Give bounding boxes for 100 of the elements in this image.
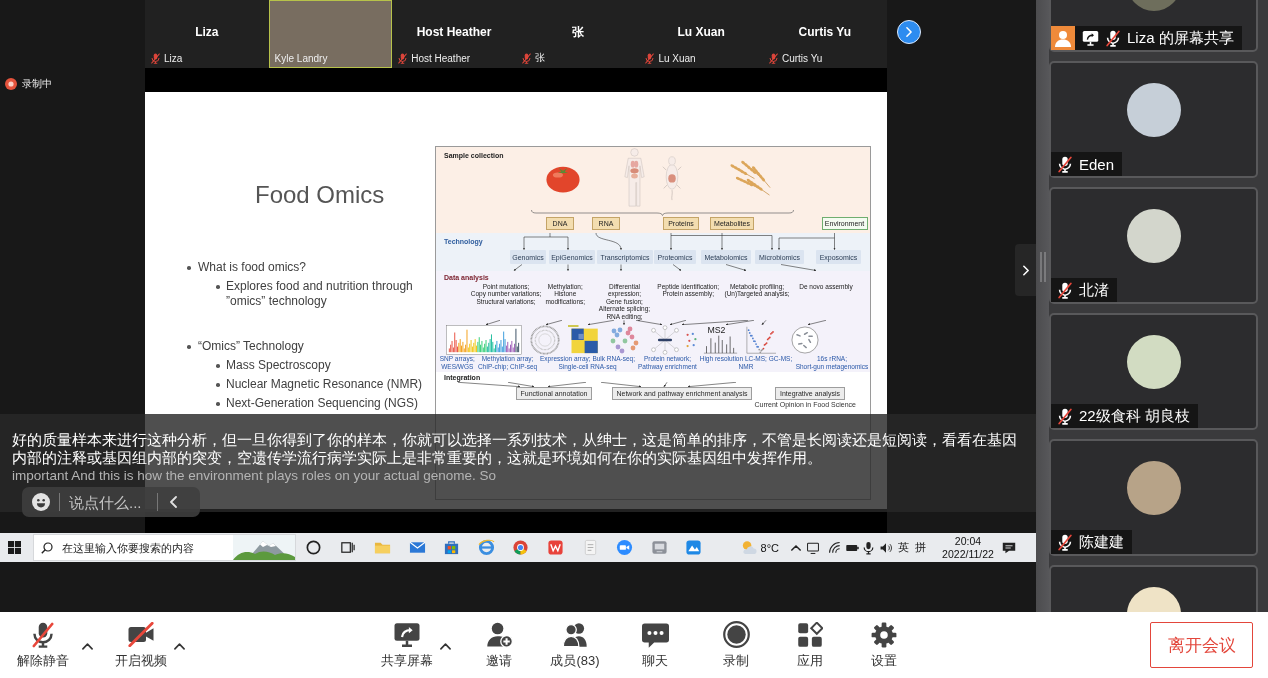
chat-bubble-icon xyxy=(641,621,669,648)
network-drawing xyxy=(649,325,681,356)
taskbar-search-box[interactable]: 在这里输入你要搜索的内容 xyxy=(33,534,296,561)
document-app-icon[interactable] xyxy=(546,539,564,556)
bullet-text: Explores food and nutrition through ”omics” technology xyxy=(226,279,413,309)
participant-name: Liza 的屏幕共享 xyxy=(1127,28,1234,48)
ring-icon[interactable] xyxy=(304,539,322,556)
chat-button[interactable]: 聊天 xyxy=(625,621,685,669)
slide-title: Food Omics xyxy=(255,181,385,209)
bullet-icon xyxy=(216,364,220,368)
connector-arrow xyxy=(663,382,668,388)
spectrum-label: MS2 xyxy=(707,325,726,336)
bullet-icon xyxy=(216,402,220,406)
chevron-up-icon[interactable] xyxy=(174,643,185,650)
chat-input-field[interactable]: 说点什么... xyxy=(69,491,151,513)
windows-logo-icon[interactable] xyxy=(7,541,21,554)
monitor-icon[interactable] xyxy=(806,540,820,555)
chevron-right-icon xyxy=(905,27,912,37)
search-input[interactable]: 在这里输入你要搜索的内容 xyxy=(62,541,212,554)
dot-plot-drawing xyxy=(685,331,698,350)
bullet-icon xyxy=(187,266,191,270)
network-icon[interactable] xyxy=(828,540,842,555)
connector-arrow xyxy=(522,233,570,250)
volcano-plot-drawing xyxy=(745,325,777,356)
participant-label: Host Heather xyxy=(411,52,471,64)
circular-plot-drawing xyxy=(530,325,560,356)
people-icon xyxy=(562,621,588,648)
participant-label: Liza xyxy=(164,52,183,64)
browser-icon[interactable] xyxy=(477,539,495,556)
record-button[interactable]: 录制 xyxy=(706,621,766,669)
avatar-placeholder xyxy=(1126,209,1181,263)
participant-label: Curtis Yu xyxy=(781,52,823,64)
bullet-icon xyxy=(216,383,220,387)
bullet-text: Mass Spectroscopy xyxy=(226,358,331,373)
settings-button[interactable]: 设置 xyxy=(854,621,914,669)
participants-button[interactable]: 成员(83) xyxy=(540,621,610,669)
chat-input-box[interactable]: 说点什么... xyxy=(22,487,200,517)
bullet-text: Nuclear Magnetic Resonance (NMR) xyxy=(226,377,423,392)
settings-icon xyxy=(871,621,897,648)
participant-label: 张 xyxy=(534,51,545,65)
participant-name: Liza xyxy=(195,25,219,39)
recording-label: 录制中 xyxy=(22,77,52,91)
spectrum-plot-drawing xyxy=(703,335,738,354)
browser-icon[interactable] xyxy=(512,539,530,556)
store-icon[interactable] xyxy=(443,539,461,556)
apps-grid-icon xyxy=(797,621,823,648)
bullet-icon xyxy=(216,285,220,289)
chevron-left-icon[interactable] xyxy=(170,496,177,508)
app-icon[interactable] xyxy=(650,539,668,556)
bullet-text: Next-Generation Sequencing (NGS) xyxy=(226,396,419,411)
chevron-up-icon[interactable] xyxy=(82,643,93,650)
participant-name: Curtis Yu xyxy=(798,25,851,39)
invite-button[interactable]: 邀请 xyxy=(469,621,529,669)
video-app-icon[interactable] xyxy=(616,539,634,556)
chevron-up-icon[interactable] xyxy=(791,544,801,551)
microphone-icon[interactable] xyxy=(863,540,874,555)
share-screen-button[interactable]: 共享屏幕 xyxy=(377,621,437,669)
input-mode-indicator[interactable]: 拼 xyxy=(915,540,926,555)
participant-label: Kyle Landry xyxy=(274,52,328,64)
clock[interactable]: 20:04 2022/11/22 xyxy=(940,534,996,561)
participant-name: Eden xyxy=(1079,155,1115,173)
record-icon xyxy=(722,621,750,648)
microbe-dish-drawing xyxy=(791,326,819,355)
add-person-icon xyxy=(485,621,513,648)
participant-name: 陈建建 xyxy=(1079,532,1124,552)
start-video-button[interactable]: 开启视频 xyxy=(111,621,171,669)
mail-icon[interactable] xyxy=(408,539,426,556)
chevron-up-icon[interactable] xyxy=(440,643,451,650)
share-screen-icon xyxy=(1082,30,1099,46)
resize-handle-icon[interactable] xyxy=(1039,252,1046,282)
connector-arrow xyxy=(622,320,626,326)
bullet-text: What is food omics? xyxy=(198,260,307,275)
next-page-button[interactable] xyxy=(896,20,921,44)
avatar-placeholder xyxy=(1126,335,1181,389)
participant-label: Lu Xuan xyxy=(658,52,696,64)
unmute-button[interactable]: 解除静音 xyxy=(13,621,73,669)
participant-name: Host Heather xyxy=(416,25,492,39)
search-icon xyxy=(41,541,53,554)
chevron-right-icon xyxy=(1022,264,1029,276)
task-view-icon[interactable] xyxy=(339,539,357,556)
bullet-icon xyxy=(187,345,191,349)
connector-arrow xyxy=(761,320,767,326)
avatar-placeholder xyxy=(1126,461,1181,515)
subtitle-text: 好的质量样本来进行这种分析，但一旦你得到了你的样本，你就可以选择一系列技术，从绅士，这是简单的排序，不管是长阅读还是短阅读，看看在基因内部的注释或基因组内部的突变，空遗传学流行病学实际上是非常重要的，这就是环境如何在你的实际基因组中发挥作用。 xyxy=(12,431,1018,467)
smiley-icon[interactable] xyxy=(32,493,50,511)
leave-meeting-button[interactable]: 离开会议 xyxy=(1150,622,1253,668)
participant-name: 22级食科 胡良枝 xyxy=(1079,406,1190,426)
temperature-text: 8°C xyxy=(760,541,779,554)
participant-name: 张 xyxy=(571,23,584,41)
recording-dot-icon xyxy=(5,78,17,90)
apps-button[interactable]: 应用 xyxy=(780,621,840,669)
app-icon[interactable] xyxy=(685,539,703,556)
input-mode-indicator[interactable]: 英 xyxy=(898,540,909,555)
participant-name: Lu Xuan xyxy=(677,25,725,39)
person-icon xyxy=(1051,26,1075,50)
bullet-text: “Omics” Technology xyxy=(198,339,304,354)
transcript-text: important And this is how the environment plays roles on your actual genome. So xyxy=(12,467,498,485)
mouse-drawing xyxy=(662,155,682,201)
avatar-placeholder xyxy=(1126,83,1181,137)
share-screen-icon xyxy=(393,622,421,647)
